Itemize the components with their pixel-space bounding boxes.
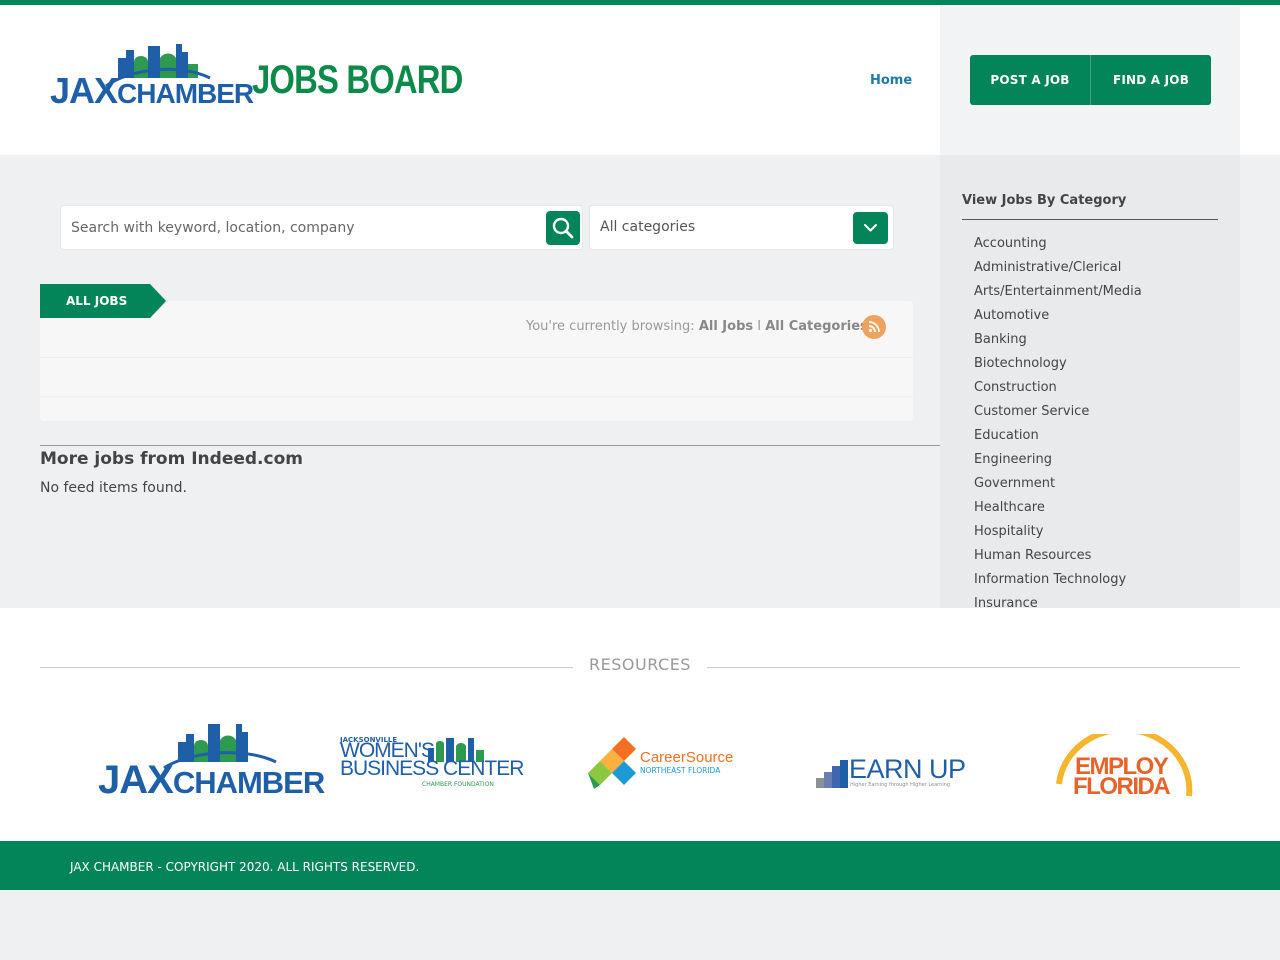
category-link[interactable]: Engineering [974,451,1142,475]
category-dropdown-button[interactable] [853,212,888,244]
resources-section: RESOURCES JAXCHAMBER JACKSONVILLE WOMEN'… [0,608,1280,841]
resource-logo-jax-chamber[interactable]: JAXCHAMBER [98,720,325,802]
rss-icon [868,321,880,333]
resources-title: RESOURCES [589,655,691,674]
category-link[interactable]: Automotive [974,307,1142,331]
sidebar-divider [962,219,1218,220]
category-link[interactable]: Biotechnology [974,355,1142,379]
site-title: JOBS BOARD [252,58,463,102]
search-icon [552,217,574,239]
category-link[interactable]: Accounting [974,235,1142,259]
chevron-down-icon [864,224,877,232]
category-select[interactable]: All categories [589,205,894,250]
resource-logo-careersource[interactable]: CareerSource NORTHEAST FLORIDA [584,735,734,791]
category-link[interactable]: Hospitality [974,523,1142,547]
resource-logo-employ-florida[interactable]: EMPLOY FLORIDA [1055,734,1193,800]
category-select-value: All categories [600,219,696,235]
search-button[interactable] [546,211,580,245]
resource-logo-womens-business-center[interactable]: JACKSONVILLE WOMEN'S BUSINESS CENTER CHA… [340,736,524,792]
rss-button[interactable] [862,315,886,339]
panel-divider [40,357,913,358]
search-box [60,205,583,250]
indeed-empty-message: No feed items found. [40,480,187,496]
category-link[interactable]: Construction [974,379,1142,403]
browsing-jobs-link[interactable]: All Jobs [699,319,753,334]
category-sidebar: View Jobs By Category Accounting Adminis… [940,155,1240,608]
category-link[interactable]: Education [974,427,1142,451]
indeed-title: More jobs from Indeed.com [40,449,303,469]
category-link[interactable]: Government [974,475,1142,499]
category-list: Accounting Administrative/Clerical Arts/… [974,235,1142,608]
all-jobs-tab-label: ALL JOBS [66,294,128,308]
browsing-categories-link[interactable]: All Categories [765,319,868,334]
indeed-divider [40,445,940,446]
panel-divider [40,396,913,397]
search-input[interactable] [71,217,531,239]
find-job-button[interactable]: FIND A JOB [1090,55,1211,105]
category-link[interactable]: Insurance [974,595,1142,608]
category-link[interactable]: Information Technology [974,571,1142,595]
post-job-button[interactable]: POST A JOB [970,55,1090,105]
jax-chamber-logo[interactable]: JAXCHAMBER [48,40,254,115]
category-link[interactable]: Arts/Entertainment/Media [974,283,1142,307]
nav-home-link[interactable]: Home [870,73,912,88]
category-link[interactable]: Customer Service [974,403,1142,427]
resource-logo-earn-up[interactable]: EARN UP Higher Earning through Higher Le… [816,752,966,792]
browsing-status: You're currently browsing: All Jobs I Al… [526,319,868,334]
category-link[interactable]: Administrative/Clerical [974,259,1142,283]
footer-copyright: JAX CHAMBER - COPYRIGHT 2020. ALL RIGHTS… [70,860,420,874]
category-link[interactable]: Healthcare [974,499,1142,523]
careersource-mark-icon [588,737,636,789]
sidebar-title: View Jobs By Category [962,193,1127,208]
footer: JAX CHAMBER - COPYRIGHT 2020. ALL RIGHTS… [0,841,1280,890]
category-link[interactable]: Banking [974,331,1142,355]
category-link[interactable]: Human Resources [974,547,1142,571]
stairs-icon [816,760,848,788]
all-jobs-tab[interactable]: ALL JOBS [40,284,170,318]
header-button-group: POST A JOB FIND A JOB [970,55,1211,105]
logo-text: JAXCHAMBER [50,70,254,111]
